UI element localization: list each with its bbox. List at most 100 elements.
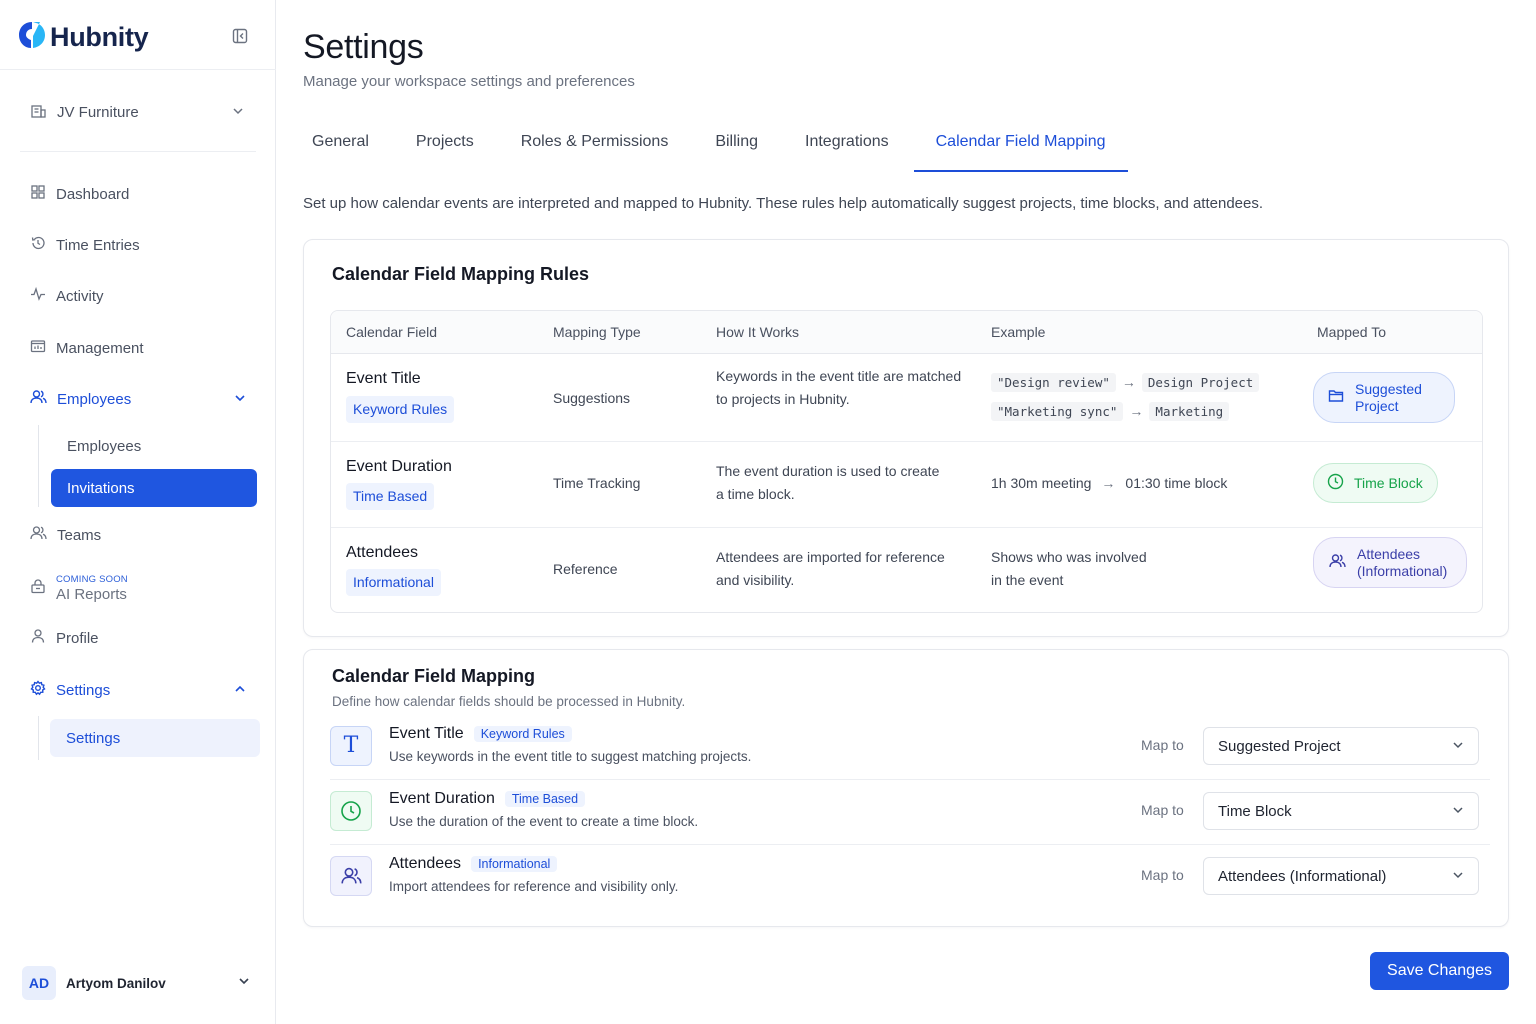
how-it-works-line: The event duration is used to create	[716, 463, 940, 479]
users-icon	[30, 389, 47, 409]
mapping-type: Suggestions	[553, 390, 631, 406]
collapse-sidebar-icon[interactable]	[230, 26, 250, 46]
field-name: Event Duration	[346, 458, 452, 475]
tab-calendar-field-mapping[interactable]: Calendar Field Mapping	[913, 120, 1128, 172]
workspace-name: JV Furniture	[57, 103, 139, 121]
select-value: Suggested Project	[1218, 737, 1341, 755]
mapped-to-badge: Attendees (Informational)	[1313, 537, 1467, 588]
mapping-type: Reference	[553, 561, 618, 577]
folder-icon	[1328, 388, 1344, 407]
tab-general[interactable]: General	[303, 120, 378, 172]
mapping-row-desc: Use keywords in the event title to sugge…	[389, 749, 752, 764]
mapping-title: Calendar Field Mapping	[332, 666, 536, 686]
rules-table: Calendar Field Mapping Type How It Works…	[330, 310, 1483, 613]
sidebar-item-label: Settings	[56, 681, 111, 699]
column-header: Mapping Type	[553, 324, 641, 340]
how-it-works-line: Attendees are imported for reference	[716, 549, 945, 565]
coming-soon-badge: COMING SOON	[56, 573, 128, 585]
mapping-row-desc: Import attendees for reference and visib…	[389, 879, 679, 894]
arrow-right-icon: →	[1129, 403, 1144, 419]
sidebar-item-ai-reports[interactable]: COMING SOON AI Reports	[20, 568, 256, 608]
rules-title: Calendar Field Mapping Rules	[332, 264, 590, 284]
mapping-type: Time Tracking	[553, 475, 641, 491]
chevron-up-icon	[234, 682, 246, 699]
table-row: Event Duration Time Based Time Tracking …	[331, 442, 1482, 528]
table-header: Calendar Field Mapping Type How It Works…	[331, 311, 1482, 354]
sidebar-divider	[20, 151, 256, 152]
sidebar-item-management[interactable]: Management	[20, 329, 256, 367]
main-content: Settings Manage your workspace settings …	[276, 0, 1536, 1024]
tab-projects[interactable]: Projects	[407, 120, 483, 172]
sidebar-item-employees[interactable]: Employees	[20, 380, 256, 418]
mapping-row-title: Event Title	[389, 725, 464, 742]
table-row: Attendees Informational Reference Attend…	[331, 528, 1482, 612]
mapping-row-title: Attendees	[389, 855, 462, 872]
mapping-tag: Informational	[471, 856, 558, 872]
sidebar-item-label: Profile	[56, 629, 99, 647]
column-header: Example	[991, 324, 1046, 340]
user-icon	[30, 628, 46, 648]
map-to-select[interactable]: Attendees (Informational)	[1203, 857, 1479, 895]
map-to-select[interactable]: Suggested Project	[1203, 727, 1479, 765]
how-it-works-line: and visibility.	[716, 572, 795, 588]
mapped-to-line: Attendees	[1357, 545, 1421, 562]
sidebar-item-settings[interactable]: Settings	[20, 671, 256, 709]
brand[interactable]: Hubnity	[18, 20, 149, 55]
sidebar-subitem-settings[interactable]: Settings	[50, 719, 260, 757]
folder-chart-icon	[30, 338, 46, 358]
mapping-row: T Event Title Keyword Rules Use keywords …	[330, 716, 1490, 780]
sidebar-item-label: Teams	[57, 526, 102, 544]
mapping-tag: Keyword Rules	[346, 396, 455, 423]
user-menu[interactable]: AD Artyom Danilov	[22, 965, 258, 1001]
mapping-tag: Time Based	[346, 483, 435, 510]
sidebar-item-teams[interactable]: Teams	[20, 516, 256, 554]
lock-icon	[30, 578, 46, 599]
sidebar-item-profile[interactable]: Profile	[20, 619, 256, 657]
mapping-subtitle: Define how calendar fields should be pro…	[332, 694, 686, 709]
chevron-down-icon	[238, 974, 250, 992]
sidebar-item-activity[interactable]: Activity	[20, 277, 256, 315]
brand-name: Hubnity	[50, 21, 149, 52]
map-to-select[interactable]: Time Block	[1203, 792, 1479, 830]
submenu-line	[38, 716, 39, 760]
select-value: Attendees (Informational)	[1218, 867, 1387, 885]
sidebar-item-dashboard[interactable]: Dashboard	[20, 175, 256, 213]
sidebar-item-time-entries[interactable]: Time Entries	[20, 226, 256, 264]
chevron-down-icon	[1452, 738, 1464, 755]
sidebar-item-label: Management	[56, 339, 144, 357]
column-header: Mapped To	[1317, 324, 1387, 340]
example-keyword: "Design review"	[991, 373, 1116, 392]
sidebar-item-label: Dashboard	[56, 185, 130, 203]
select-value: Time Block	[1218, 802, 1292, 820]
sidebar-item-label: AI Reports	[56, 585, 127, 603]
mapping-row-title: Event Duration	[389, 790, 495, 807]
save-button[interactable]: Save Changes	[1370, 952, 1509, 990]
settings-tabs: General Projects Roles & Permissions Bil…	[303, 120, 1157, 172]
mapping-tag: Keyword Rules	[473, 726, 572, 742]
intro-text: Set up how calendar events are interpret…	[303, 195, 1264, 212]
tab-billing[interactable]: Billing	[706, 120, 767, 172]
sidebar-subitem-invitations[interactable]: Invitations	[51, 469, 257, 507]
mapping-row: Attendees Informational Import attendees …	[330, 846, 1490, 910]
page-subtitle: Manage your workspace settings and prefe…	[303, 73, 635, 90]
mapped-to-badge: Suggested Project	[1313, 372, 1455, 423]
chevron-down-icon	[1452, 868, 1464, 885]
tab-integrations[interactable]: Integrations	[796, 120, 898, 172]
arrow-right-icon: →	[1101, 475, 1116, 491]
column-header: Calendar Field	[346, 324, 438, 340]
mapped-to-line: Time Block	[1354, 474, 1423, 491]
example-target: Marketing	[1149, 402, 1230, 421]
building-icon	[30, 102, 47, 123]
chevron-down-icon	[234, 391, 246, 408]
mapping-tag: Time Based	[504, 791, 586, 807]
text-t-icon: T	[330, 726, 372, 766]
how-it-works-line: a time block.	[716, 486, 795, 502]
sidebar-subitem-employees[interactable]: Employees	[51, 427, 257, 465]
rules-card: Calendar Field Mapping Rules Calendar Fi…	[303, 239, 1509, 637]
mapping-tag: Informational	[346, 569, 441, 596]
hubnity-logo-icon	[18, 20, 46, 55]
sidebar-item-label: Employees	[57, 390, 132, 408]
field-name: Attendees	[346, 544, 419, 561]
workspace-switcher[interactable]: JV Furniture	[20, 92, 256, 132]
tab-roles-permissions[interactable]: Roles & Permissions	[512, 120, 678, 172]
